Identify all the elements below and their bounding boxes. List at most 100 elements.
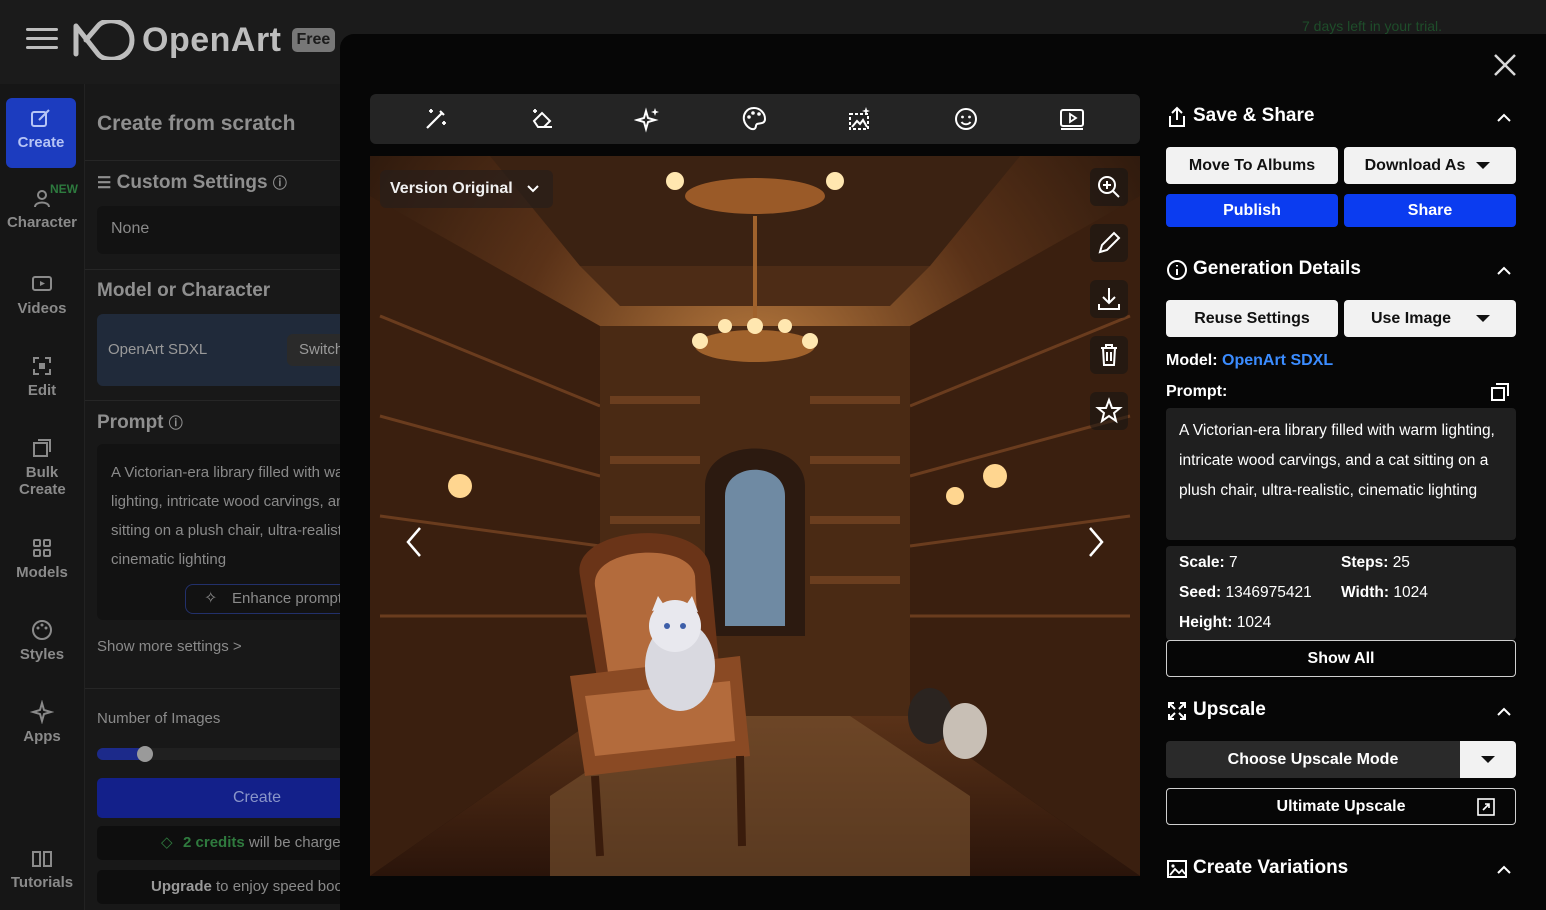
image-gallery-icon [1167, 860, 1187, 878]
nav-label: Character [6, 214, 78, 231]
grid-icon [33, 539, 51, 557]
nav-label: Apps [23, 728, 61, 745]
share-button[interactable]: Share [1344, 194, 1516, 227]
eraser-icon[interactable] [528, 105, 556, 133]
sparkles-icon[interactable] [634, 105, 662, 133]
trash-icon [1101, 344, 1117, 366]
app-root: OpenArt Free 7 days left in your trial. … [0, 0, 1546, 910]
publish-button[interactable]: Publish [1166, 194, 1338, 227]
show-more-settings-link[interactable]: Show more settings > [97, 638, 242, 655]
chevron-right-icon[interactable] [1082, 522, 1110, 562]
favorite-button[interactable] [1090, 392, 1128, 430]
trial-notice[interactable]: 7 days left in your trial. [1302, 18, 1442, 34]
expand-icon [1168, 702, 1186, 720]
chevron-up-icon [1497, 266, 1511, 275]
nav-label: Models [16, 564, 68, 581]
model-label: Model: [1166, 352, 1218, 369]
chevron-left-icon[interactable] [400, 522, 428, 562]
enhance-label: Enhance prompt [232, 590, 343, 607]
custom-settings-label: ☰ Custom Settings ⓘ [97, 172, 287, 194]
menu-icon[interactable] [26, 28, 58, 50]
external-link-icon [1477, 798, 1495, 816]
download-icon [1098, 288, 1120, 310]
image-enhance-icon[interactable] [846, 105, 874, 133]
nav-item-videos[interactable]: Videos [0, 272, 84, 317]
nav-item-models[interactable]: Models [0, 536, 84, 581]
video-icon [32, 276, 52, 291]
nav-item-tutorials[interactable]: Tutorials [0, 846, 84, 891]
chevron-up-icon [1497, 865, 1511, 874]
nav-item-character[interactable]: NEW Character [0, 182, 84, 231]
slider-handle[interactable] [137, 746, 153, 762]
panel-title: Create from scratch [97, 112, 296, 135]
model-section-label: Model or Character [97, 280, 271, 301]
magic-edit-icon [31, 109, 50, 127]
plan-badge: Free [291, 28, 336, 52]
magic-wand-icon: ✧ [204, 590, 218, 607]
show-all-button[interactable]: Show All [1166, 640, 1516, 677]
zoom-in-button[interactable] [1090, 168, 1128, 206]
nav-item-apps[interactable]: Apps [0, 700, 84, 745]
model-info: Model: OpenArt SDXL [1166, 352, 1333, 370]
edit-button[interactable] [1090, 224, 1128, 262]
credits-suffix: will be charged [248, 834, 349, 851]
upscale-header[interactable]: Upscale [1166, 696, 1518, 726]
version-dropdown[interactable]: Version Original [380, 170, 553, 208]
logo-text: OpenArt [142, 20, 282, 59]
create-variations-header[interactable]: Create Variations [1166, 854, 1518, 884]
generation-details-header[interactable]: Generation Details [1166, 255, 1518, 285]
credits-amount: 2 credits [183, 834, 245, 851]
upscale-mode-dropdown-button[interactable] [1460, 741, 1516, 778]
credit-icon: ◇ [161, 834, 173, 851]
custom-settings-text: Custom Settings [116, 172, 268, 193]
param-height: Height: 1024 [1179, 614, 1272, 631]
nav-item-styles[interactable]: Styles [0, 618, 84, 663]
upgrade-rest: to enjoy speed boost [216, 878, 355, 895]
image-detail-modal: Version Original Save & Share Move To Al… [340, 34, 1546, 910]
chevron-up-icon [1497, 707, 1511, 716]
upscale-mode-select[interactable]: Choose Upscale Mode [1166, 741, 1460, 778]
close-icon[interactable] [1492, 52, 1518, 78]
nav-item-bulk-create[interactable]: Bulk Create [0, 436, 84, 498]
magic-wand-icon[interactable] [422, 105, 450, 133]
reuse-settings-button[interactable]: Reuse Settings [1166, 300, 1338, 337]
use-image-button[interactable]: Use Image [1344, 300, 1516, 337]
model-name: OpenArt SDXL [108, 341, 208, 358]
ultimate-upscale-button[interactable]: Ultimate Upscale [1166, 788, 1516, 825]
left-nav: Create NEW Character Videos Edit Bulk Cr… [0, 84, 84, 910]
copy-icon[interactable] [1490, 382, 1510, 402]
section-title: Upscale [1193, 699, 1266, 720]
nav-label: Tutorials [10, 874, 74, 891]
pencil-icon [1098, 231, 1121, 254]
palette-icon[interactable] [740, 105, 768, 133]
model-link[interactable]: OpenArt SDXL [1222, 352, 1333, 369]
param-seed: Seed: 1346975421 [1179, 584, 1312, 601]
ultimate-upscale-label: Ultimate Upscale [1276, 798, 1406, 815]
generated-image[interactable]: Version Original [370, 156, 1140, 876]
library-scene-image [370, 156, 1140, 876]
zoom-in-icon [1098, 176, 1120, 198]
delete-button[interactable] [1090, 336, 1128, 374]
move-to-albums-button[interactable]: Move To Albums [1166, 147, 1338, 184]
info-icon [1167, 260, 1187, 280]
version-label: Version Original [390, 180, 513, 197]
video-play-icon[interactable] [1058, 105, 1086, 133]
download-as-button[interactable]: Download As [1344, 147, 1516, 184]
section-title: Create Variations [1193, 857, 1349, 878]
prompt-label-text: Prompt [97, 412, 164, 433]
nav-label: Videos [17, 300, 67, 317]
nav-item-create[interactable]: Create [6, 98, 76, 168]
section-title: Generation Details [1193, 258, 1361, 279]
param-width: Width: 1024 [1341, 584, 1428, 601]
face-icon[interactable] [952, 105, 980, 133]
nav-label: Bulk Create [19, 464, 66, 498]
save-share-header[interactable]: Save & Share [1166, 102, 1518, 132]
download-button[interactable] [1090, 280, 1128, 318]
num-images-label: Number of Images [97, 710, 221, 727]
chevron-up-icon [1497, 113, 1511, 122]
logo[interactable]: OpenArt Free [72, 20, 336, 60]
stack-icon [33, 439, 51, 457]
nav-item-edit[interactable]: Edit [0, 354, 84, 399]
param-scale: Scale: 7 [1179, 554, 1238, 571]
book-icon [32, 851, 52, 867]
